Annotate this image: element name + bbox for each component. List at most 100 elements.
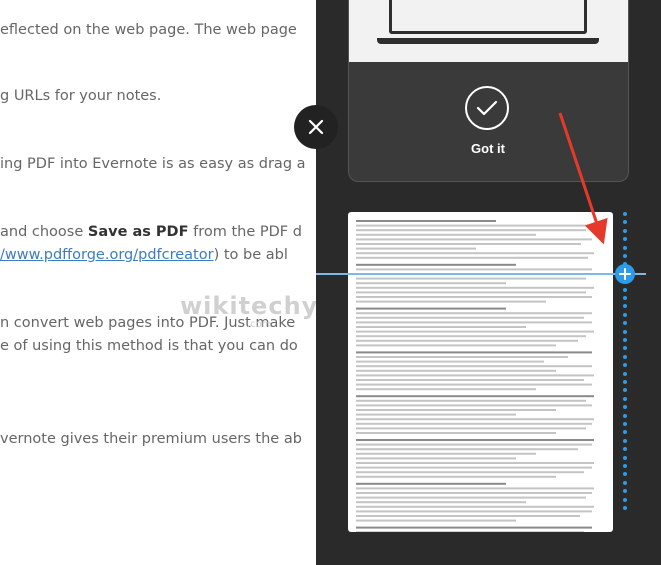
check-icon (465, 86, 509, 130)
preview-line (356, 247, 476, 250)
preview-line (356, 471, 584, 474)
preview-line (356, 351, 592, 354)
track-dot (623, 304, 627, 309)
preview-line (356, 492, 592, 494)
track-dot (623, 329, 627, 334)
preview-line (356, 462, 594, 464)
preview-line (356, 413, 516, 416)
preview-line (356, 388, 536, 391)
preview-line (356, 268, 592, 271)
plus-icon (619, 268, 631, 280)
preview-line (356, 233, 536, 236)
article-line-5-text: ) to be abl (213, 247, 288, 263)
track-dot (623, 338, 627, 342)
preview-line (356, 339, 578, 342)
got-it-button[interactable]: Got it (448, 141, 528, 156)
track-dot (623, 245, 627, 250)
preview-line (356, 256, 588, 259)
track-dot (623, 438, 627, 443)
preview-line (356, 312, 592, 315)
preview-line (356, 457, 516, 460)
preview-line (356, 409, 556, 411)
track-dot (623, 346, 627, 351)
track-dot (623, 447, 627, 452)
close-icon (308, 119, 324, 135)
preview-line (356, 277, 586, 280)
preview-line (356, 526, 592, 529)
preview-line (356, 379, 584, 381)
track-dot (623, 497, 627, 502)
track-dot (623, 480, 627, 485)
preview-line (356, 360, 544, 363)
article-line-1: eflected on the web page. The web page (0, 22, 297, 38)
track-dot (623, 254, 627, 258)
preview-line (356, 427, 586, 430)
preview-line (356, 263, 516, 266)
clip-scroll-track[interactable] (623, 212, 629, 512)
pdfcreator-link[interactable]: /www.pdfforge.org/pdfcreator (0, 247, 214, 263)
track-dot (623, 464, 627, 468)
preview-line (356, 422, 592, 425)
track-dot (623, 472, 627, 477)
article-line-4-text-a: and choose (0, 224, 88, 240)
preview-line (356, 519, 516, 522)
article-line-7: e of using this method is that you can d… (0, 338, 298, 354)
preview-line (356, 383, 592, 386)
preview-line (356, 515, 580, 517)
save-as-pdf-label: Save as PDF (87, 224, 189, 240)
track-dot (623, 430, 627, 435)
page-preview-thumbnail (348, 212, 613, 532)
preview-line (356, 404, 592, 407)
article-line-4: and choose Save as PDF from the PDF d (0, 224, 302, 240)
preview-line (356, 399, 586, 402)
track-dot (623, 388, 627, 393)
track-dot (623, 321, 627, 326)
clip-boundary-line (316, 273, 646, 275)
track-dot (623, 380, 627, 384)
article-line-2: g URLs for your notes. (0, 88, 162, 104)
track-dot (623, 212, 627, 216)
preview-line (356, 296, 592, 298)
article-line-8: vernote gives their premium users the ab (0, 431, 302, 447)
preview-line (356, 330, 594, 333)
watermark-logo: wikitechy (180, 292, 316, 320)
preview-line (356, 505, 594, 508)
clip-resize-handle[interactable] (615, 264, 635, 284)
track-dot (623, 455, 627, 460)
track-dot (623, 354, 627, 359)
preview-line (356, 356, 568, 358)
preview-line (356, 496, 586, 499)
preview-line (356, 418, 594, 421)
preview-line (356, 369, 556, 372)
track-dot (623, 413, 627, 418)
track-dot (623, 237, 627, 242)
preview-line (356, 300, 546, 303)
preview-line (356, 448, 578, 451)
track-dot (623, 228, 627, 233)
preview-line (356, 475, 556, 478)
preview-line (356, 321, 592, 324)
track-dot (623, 287, 627, 292)
red-arrow-annotation (558, 112, 608, 245)
preview-line (356, 487, 594, 490)
preview-line (356, 374, 594, 377)
track-dot (623, 312, 627, 317)
preview-line (356, 501, 526, 504)
laptop-illustration-area (349, 0, 628, 62)
preview-line (356, 432, 556, 434)
track-dot (623, 489, 627, 494)
track-dot (623, 296, 627, 300)
preview-line (356, 286, 594, 289)
preview-line (356, 291, 586, 294)
preview-line (356, 443, 592, 446)
track-dot (623, 405, 627, 410)
preview-line (356, 335, 586, 338)
preview-line (356, 220, 496, 222)
preview-line (356, 482, 506, 485)
preview-line (356, 452, 536, 455)
preview-line (356, 439, 594, 441)
track-dot (623, 396, 627, 401)
close-button[interactable] (294, 105, 338, 149)
laptop-base (377, 38, 599, 44)
preview-line (356, 395, 594, 398)
